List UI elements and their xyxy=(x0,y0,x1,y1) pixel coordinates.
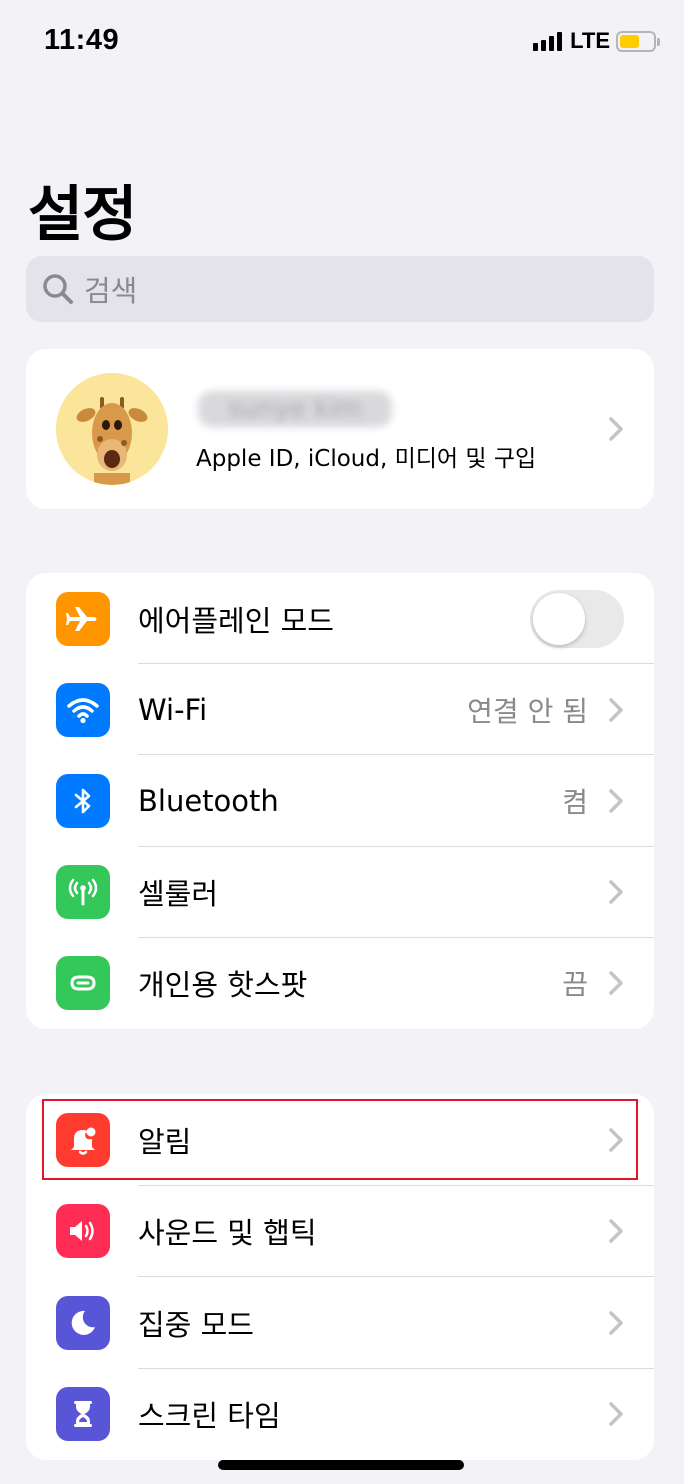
speaker-icon xyxy=(56,1204,110,1259)
highlight-box xyxy=(42,1099,638,1180)
settings-row-focus[interactable]: 집중 모드 xyxy=(26,1277,654,1369)
bluetooth-icon xyxy=(56,773,110,828)
row-label: 집중 모드 xyxy=(138,1307,254,1342)
battery-icon xyxy=(616,30,660,52)
row-label: 에어플레인 모드 xyxy=(138,603,334,638)
chevron-right-icon xyxy=(609,417,623,441)
connectivity-settings-group: 에어플레인 모드 Wi-Fi 연결 안 됨 Bluetooth 켬 셀룰러 개인… xyxy=(26,573,654,1029)
avatar xyxy=(56,373,168,485)
chevron-right-icon xyxy=(609,1402,623,1426)
row-label: 개인용 핫스팟 xyxy=(138,968,308,1003)
settings-row-sounds-haptics[interactable]: 사운드 및 햅틱 xyxy=(26,1186,654,1277)
airplane-mode-toggle[interactable] xyxy=(530,589,624,648)
search-icon xyxy=(43,274,73,304)
chevron-right-icon xyxy=(609,698,623,722)
status-indicators: LTE xyxy=(533,27,660,55)
row-label: 스크린 타임 xyxy=(138,1399,281,1434)
settings-row-screen-time[interactable]: 스크린 타임 xyxy=(26,1369,654,1461)
status-bar: 11:49 LTE xyxy=(0,0,684,80)
row-label: 사운드 및 햅틱 xyxy=(138,1216,317,1251)
status-time: 11:49 xyxy=(44,24,120,56)
home-indicator[interactable] xyxy=(218,1460,464,1470)
search-placeholder: 검색 xyxy=(84,274,138,308)
settings-row-personal-hotspot[interactable]: 개인용 핫스팟 끔 xyxy=(26,938,654,1029)
row-value: 끔 xyxy=(562,968,588,1002)
cellular-icon xyxy=(56,865,110,920)
row-value: 연결 안 됨 xyxy=(467,694,588,728)
search-field[interactable]: 검색 xyxy=(26,256,654,322)
row-label: Bluetooth xyxy=(138,783,279,818)
row-value: 켬 xyxy=(562,785,588,819)
airplane-icon xyxy=(56,591,110,646)
settings-row-bluetooth[interactable]: Bluetooth 켬 xyxy=(26,755,654,847)
profile-subtitle: Apple ID, iCloud, 미디어 및 구입 xyxy=(196,446,537,472)
chevron-right-icon xyxy=(609,1219,623,1243)
apple-id-profile-card[interactable]: sunye kim Apple ID, iCloud, 미디어 및 구입 xyxy=(26,349,654,509)
chevron-right-icon xyxy=(609,971,623,996)
hotspot-icon xyxy=(56,956,110,1011)
hourglass-icon xyxy=(56,1387,110,1442)
giraffe-memoji-icon xyxy=(56,373,168,485)
signal-strength-icon xyxy=(533,31,563,51)
chevron-right-icon xyxy=(609,789,623,813)
settings-row-wifi[interactable]: Wi-Fi 연결 안 됨 xyxy=(26,664,654,756)
settings-row-cellular[interactable]: 셀룰러 xyxy=(26,847,654,938)
page-title: 설정 xyxy=(28,180,137,250)
row-label: Wi-Fi xyxy=(138,692,208,727)
row-label: 셀룰러 xyxy=(138,877,219,912)
moon-icon xyxy=(56,1295,110,1350)
chevron-right-icon xyxy=(609,880,623,904)
wifi-icon xyxy=(56,682,110,737)
profile-name: sunye kim xyxy=(198,391,392,427)
chevron-right-icon xyxy=(609,1311,623,1335)
settings-row-airplane-mode[interactable]: 에어플레인 모드 xyxy=(26,573,654,665)
network-type: LTE xyxy=(570,28,610,53)
